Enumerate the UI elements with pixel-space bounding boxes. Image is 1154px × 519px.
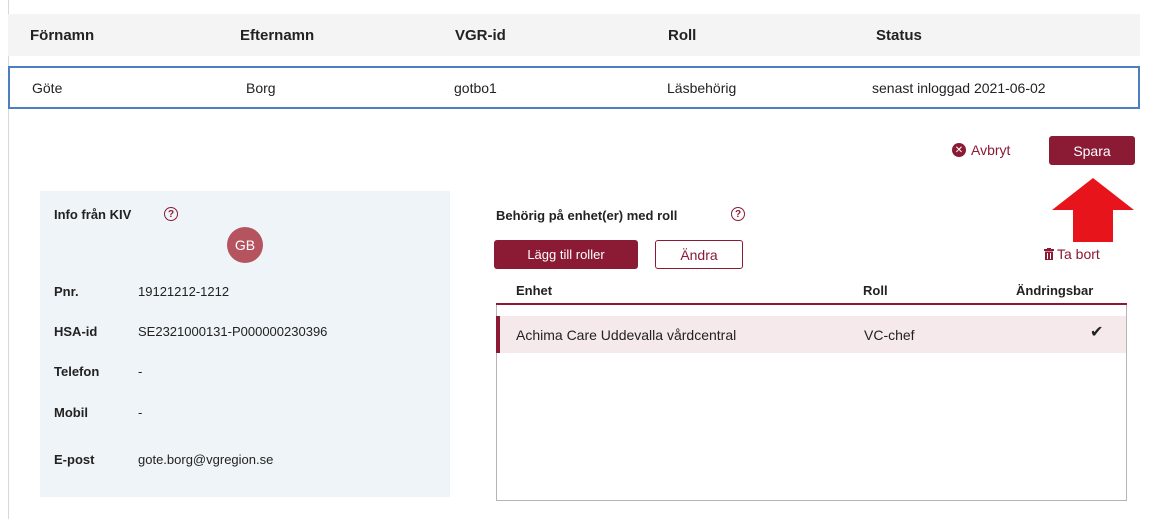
trash-icon <box>1044 248 1054 260</box>
users-table-header: Förnamn Efternamn VGR-id Roll Status <box>8 14 1140 56</box>
e-post-label: E-post <box>54 452 95 467</box>
mobil-value: - <box>138 405 143 420</box>
header-efternamn[interactable]: Efternamn <box>240 27 314 44</box>
avatar: GB <box>227 227 263 263</box>
info-title: Info från KIV <box>54 207 132 222</box>
table-row[interactable]: Achima Care Uddevalla vårdcentral VC-che… <box>496 316 1126 353</box>
cell-status: senast inloggad 2021-06-02 <box>872 80 1046 96</box>
roles-header-divider <box>496 303 1127 305</box>
cancel-button[interactable]: ✕ Avbryt <box>952 142 1010 158</box>
header-enhet: Enhet <box>516 283 553 298</box>
delete-button[interactable]: Ta bort <box>1044 246 1100 262</box>
telefon-value: - <box>138 364 143 379</box>
cell-vgr-id: gotbo1 <box>454 80 497 96</box>
pnr-label: Pnr. <box>54 284 79 299</box>
roles-help-icon[interactable]: ? <box>731 207 745 221</box>
cancel-label: Avbryt <box>971 142 1011 158</box>
e-post-value: gote.borg@vgregion.se <box>138 452 274 467</box>
mobil-label: Mobil <box>54 405 88 420</box>
row-selected-marker <box>496 316 500 353</box>
row-enhet: Achima Care Uddevalla vårdcentral <box>516 327 737 343</box>
cell-efternamn: Borg <box>246 80 276 96</box>
header-fornamn[interactable]: Förnamn <box>30 27 94 44</box>
header-roll[interactable]: Roll <box>668 27 696 44</box>
red-arrow-icon <box>1052 178 1134 242</box>
info-panel: Info från KIV ? GB Pnr. 19121212-1212 HS… <box>40 191 450 497</box>
cancel-icon: ✕ <box>952 143 966 157</box>
help-icon[interactable]: ? <box>164 207 178 221</box>
pnr-value: 19121212-1212 <box>138 284 230 299</box>
delete-label: Ta bort <box>1057 246 1100 262</box>
checkmark-icon: ✔ <box>1090 324 1104 341</box>
save-button[interactable]: Spara <box>1049 136 1135 165</box>
cell-fornamn: Göte <box>32 80 63 96</box>
roles-title: Behörig på enhet(er) med roll <box>496 208 678 223</box>
selected-user-row[interactable]: Göte Borg gotbo1 Läsbehörig senast inlog… <box>8 66 1140 109</box>
header-andringsbar: Ändringsbar <box>1016 283 1094 298</box>
header-vgr-id[interactable]: VGR-id <box>455 27 506 44</box>
cell-roll: Läsbehörig <box>667 80 737 96</box>
edit-button[interactable]: Ändra <box>655 240 743 269</box>
header-roles-roll: Roll <box>863 283 888 298</box>
telefon-label: Telefon <box>54 364 100 379</box>
add-roles-button[interactable]: Lägg till roller <box>494 240 638 269</box>
hsa-id-label: HSA-id <box>54 324 98 339</box>
row-roll: VC-chef <box>864 327 915 343</box>
hsa-id-value: SE2321000131-P000000230396 <box>138 324 328 339</box>
header-status[interactable]: Status <box>876 27 922 44</box>
